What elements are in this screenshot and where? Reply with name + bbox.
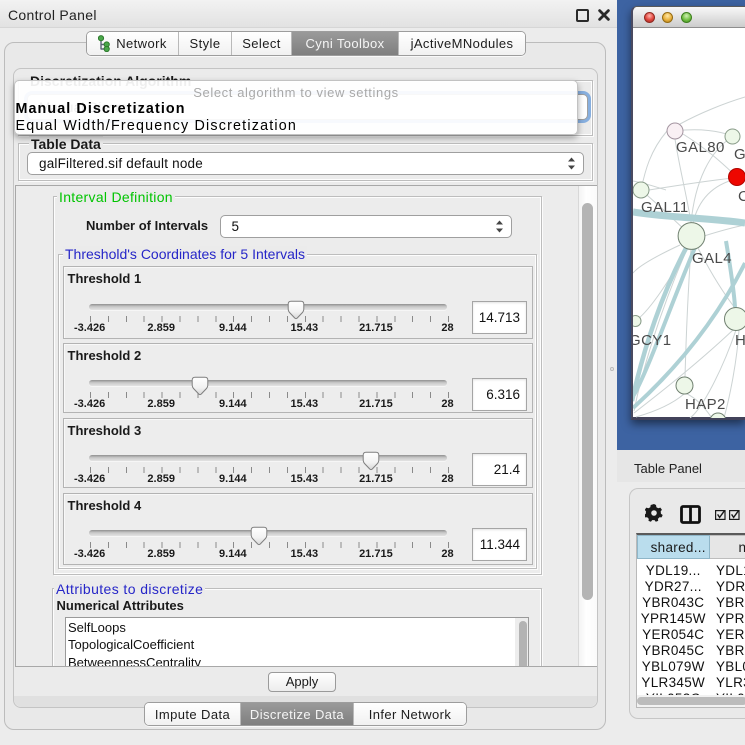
svg-text:GAL4: GAL4 [692, 250, 732, 267]
svg-text:CD: CD [738, 188, 745, 205]
svg-text:GAL11: GAL11 [641, 199, 689, 216]
svg-text:GCY1: GCY1 [633, 332, 671, 349]
svg-text:GA: GA [734, 146, 745, 163]
svg-text:HIS: HIS [735, 332, 745, 349]
svg-text:HAP2: HAP2 [685, 396, 726, 413]
svg-text:GAL80: GAL80 [676, 139, 725, 156]
